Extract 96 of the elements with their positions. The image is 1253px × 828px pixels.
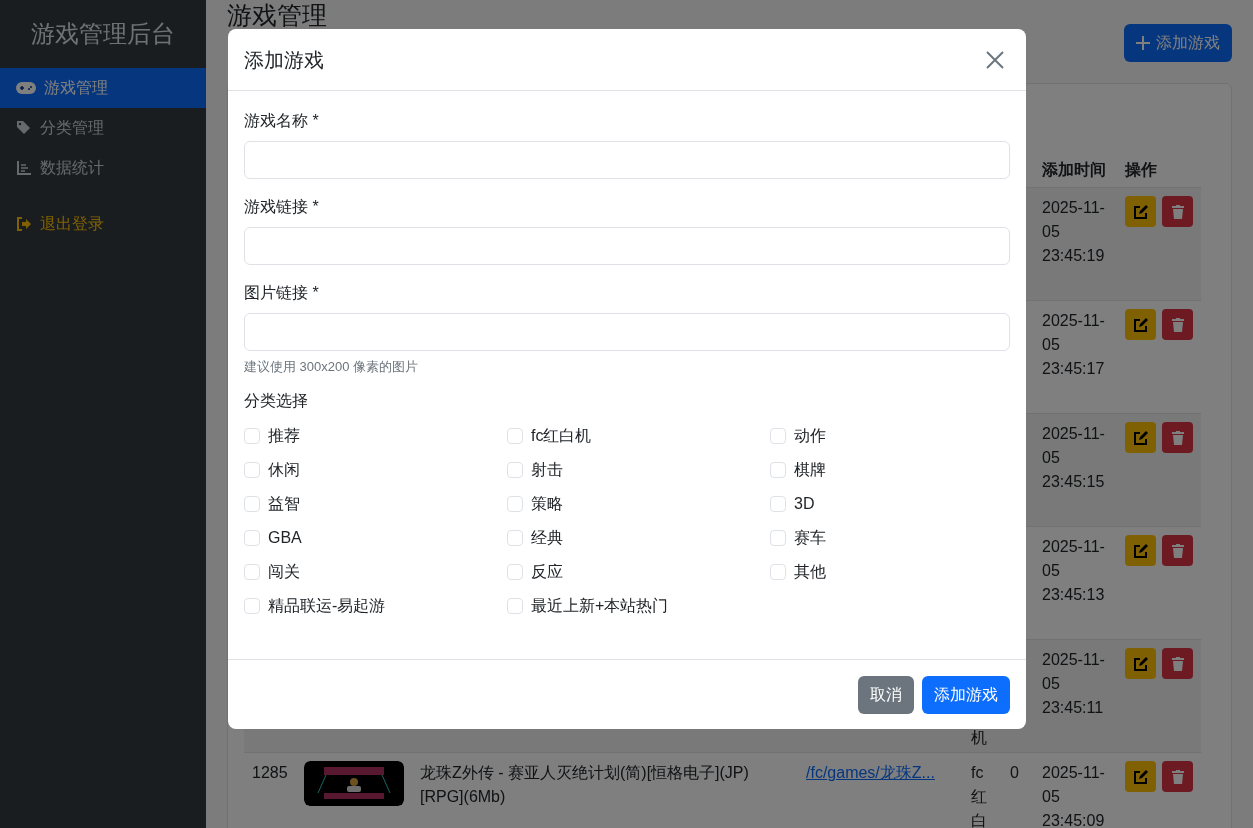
edit-button[interactable] (1125, 422, 1156, 453)
delete-button[interactable] (1162, 309, 1193, 340)
category-cell-text: fc红白 (971, 763, 987, 828)
checkbox[interactable] (507, 461, 523, 478)
sidebar-item[interactable]: 数据统计 (0, 148, 206, 188)
input-field[interactable] (244, 227, 1010, 265)
checkbox-label: GBA (268, 527, 302, 548)
logout-link[interactable]: 退出登录 (16, 212, 104, 236)
sidebar-item[interactable]: 分类管理 (0, 108, 206, 148)
checkbox-label: 精品联运-易起游 (268, 595, 386, 616)
input-field[interactable] (244, 141, 1010, 179)
checkbox-label: 3D (794, 493, 815, 514)
checkbox[interactable] (507, 563, 523, 580)
time-cell-text: 2025-11-05 23:45:17 (1042, 311, 1106, 379)
logout-icon (16, 217, 32, 231)
checkbox[interactable] (507, 495, 523, 512)
help-text: 建议使用 300x200 像素的图片 (244, 358, 420, 376)
checkbox-label: 动作 (794, 425, 826, 446)
time-cell-text: 2025-11-05 23:45:19 (1042, 198, 1106, 266)
modal-title: 添加游戏 (244, 47, 324, 73)
delete-button[interactable] (1162, 196, 1193, 227)
checkbox-label: 射击 (531, 459, 563, 480)
checkbox-label: 棋牌 (794, 459, 826, 480)
trash-icon (1171, 543, 1184, 558)
sidebar-title: 游戏管理后台 (31, 19, 175, 49)
checkbox[interactable] (244, 563, 260, 580)
page-title: 游戏管理 (227, 1, 327, 29)
checkbox-label: 休闲 (268, 459, 300, 480)
checkbox-label: 策略 (531, 493, 563, 514)
checkbox[interactable] (244, 495, 260, 512)
field-label: 分类选择 (244, 390, 309, 411)
edit-button[interactable] (1125, 761, 1156, 792)
edit-icon (1133, 769, 1148, 784)
trash-icon (1171, 317, 1184, 332)
close-icon[interactable] (986, 50, 1004, 69)
checkbox-label: 益智 (268, 493, 300, 514)
category-cell-text: 机 (971, 728, 987, 748)
game-name-cell: 龙珠Z外传 - 赛亚人灭绝计划(简)[恒格电子](JP)[RPG](6Mb) (420, 764, 749, 805)
checkbox-label: 闯关 (268, 561, 300, 582)
checkbox[interactable] (507, 529, 523, 546)
trash-icon (1171, 656, 1184, 671)
time-cell-text: 2025-11-05 23:45:13 (1042, 537, 1106, 605)
checkbox[interactable] (244, 529, 260, 546)
edit-button[interactable] (1125, 535, 1156, 566)
edit-button[interactable] (1125, 648, 1156, 679)
checkbox-label: 推荐 (268, 425, 300, 446)
column-header: 操作 (1123, 159, 1158, 180)
checkbox-label: 其他 (794, 561, 826, 582)
checkbox[interactable] (770, 427, 786, 444)
edit-icon (1133, 317, 1148, 332)
checkbox[interactable] (244, 597, 260, 614)
trash-icon (1171, 769, 1184, 784)
sidebar-item[interactable]: 游戏管理 (0, 68, 206, 108)
checkbox-label: 最近上新+本站热门 (531, 595, 669, 616)
tag-icon (16, 120, 32, 136)
edit-icon (1133, 543, 1148, 558)
gamepad-icon (16, 81, 36, 95)
id-cell: 1285 (252, 764, 288, 781)
delete-button[interactable] (1162, 761, 1193, 792)
trash-icon (1171, 204, 1184, 219)
add-game-button[interactable]: 添加游戏 (1124, 24, 1232, 62)
time-cell-text: 2025-11-05 23:45:15 (1042, 424, 1106, 492)
delete-button[interactable] (1162, 648, 1193, 679)
checkbox[interactable] (770, 495, 786, 512)
checkbox[interactable] (507, 427, 523, 444)
checkbox[interactable] (244, 461, 260, 478)
edit-button[interactable] (1125, 309, 1156, 340)
time-cell-text: 2025-11-05 23:45:11 (1042, 650, 1106, 718)
submit-button[interactable]: 添加游戏 (922, 675, 1010, 714)
checkbox[interactable] (507, 597, 523, 614)
checkbox[interactable] (770, 461, 786, 478)
field-label: 游戏名称 * (244, 111, 320, 131)
trash-icon (1171, 430, 1184, 445)
checkbox[interactable] (244, 427, 260, 444)
input-field[interactable] (244, 313, 1010, 351)
game-link[interactable]: /fc/games/龙珠Z... (806, 764, 935, 781)
checkbox[interactable] (770, 529, 786, 546)
delete-button[interactable] (1162, 422, 1193, 453)
plays-cell: 0 (1010, 764, 1019, 781)
chart-icon (16, 160, 32, 176)
time-cell-text: 2025-11-05 23:45:09 (1042, 763, 1106, 828)
checkbox-label: 反应 (531, 561, 563, 582)
edit-icon (1133, 430, 1148, 445)
field-label: 图片链接 * (244, 283, 320, 303)
checkbox-label: 经典 (531, 527, 563, 548)
plus-icon (1136, 36, 1150, 50)
field-label: 游戏链接 * (244, 197, 320, 217)
edit-icon (1133, 204, 1148, 219)
checkbox[interactable] (770, 563, 786, 580)
edit-icon (1133, 656, 1148, 671)
checkbox-label: 赛车 (794, 527, 826, 548)
cancel-button[interactable]: 取消 (858, 675, 914, 714)
checkbox-label: fc红白机 (531, 425, 592, 446)
delete-button[interactable] (1162, 535, 1193, 566)
edit-button[interactable] (1125, 196, 1156, 227)
column-header: 添加时间 (1041, 159, 1107, 180)
